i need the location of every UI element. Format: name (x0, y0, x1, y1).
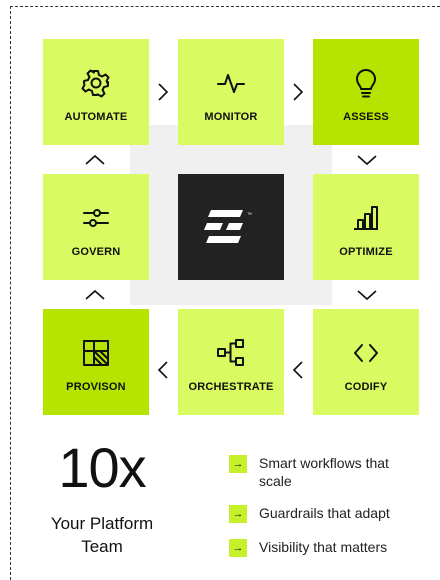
benefit-item: → Guardrails that adapt (229, 504, 409, 523)
chevron-down-icon (357, 290, 377, 301)
tile-label: AUTOMATE (64, 111, 128, 123)
benefit-text: Guardrails that adapt (259, 505, 390, 521)
tile-assess: ASSESS (313, 39, 419, 145)
gear-icon (81, 69, 110, 98)
code-brackets-icon (354, 344, 378, 362)
benefit-item: → Smart workflows that scale (229, 454, 409, 490)
pulse-icon (217, 74, 245, 93)
sliders-icon (83, 209, 109, 227)
chevron-right-icon (158, 83, 169, 101)
chevron-up-icon (85, 289, 105, 300)
tile-monitor: MONITOR (178, 39, 284, 145)
benefit-item: → Visibility that matters (229, 538, 409, 557)
tile-codify: CODIFY (313, 309, 419, 415)
benefit-text: Smart workflows that scale (259, 455, 389, 489)
tile-label: CODIFY (344, 381, 388, 393)
headline-tagline: Your Platform Team (50, 514, 154, 556)
tile-label: MONITOR (204, 111, 258, 123)
tile-automate: AUTOMATE (43, 39, 149, 145)
frame-border-top (10, 6, 440, 7)
grid-icon (83, 340, 109, 366)
workflow-icon (217, 339, 244, 366)
arrow-right-icon: → (229, 455, 247, 473)
brand-logo-icon: ™ (204, 210, 252, 243)
tile-label: GOVERN (71, 246, 121, 258)
tile-govern: GOVERN (43, 174, 149, 280)
tile-label: ASSESS (343, 111, 389, 123)
tile-label: PROVISON (66, 381, 126, 393)
chevron-left-icon (292, 361, 303, 379)
tile-orchestrate: ORCHESTRATE (178, 309, 284, 415)
tile-optimize: OPTIMIZE (313, 174, 419, 280)
benefit-text: Visibility that matters (259, 539, 388, 555)
chevron-right-icon (293, 83, 304, 101)
tile-label: OPTIMIZE (339, 246, 393, 258)
lightbulb-icon (356, 69, 376, 98)
chevron-up-icon (85, 154, 105, 165)
arrow-right-icon: → (229, 539, 247, 557)
chevron-down-icon (357, 155, 377, 166)
tile-provison: PROVISON (43, 309, 149, 415)
headline-value: 10x (58, 436, 146, 499)
bar-chart-icon (354, 206, 378, 230)
trademark-mark: ™ (247, 212, 252, 218)
tile-label: ORCHESTRATE (188, 381, 274, 393)
frame-border-left (10, 6, 11, 580)
center-logo-tile: ™ (178, 174, 284, 280)
chevron-left-icon (157, 361, 168, 379)
arrow-right-icon: → (229, 505, 247, 523)
